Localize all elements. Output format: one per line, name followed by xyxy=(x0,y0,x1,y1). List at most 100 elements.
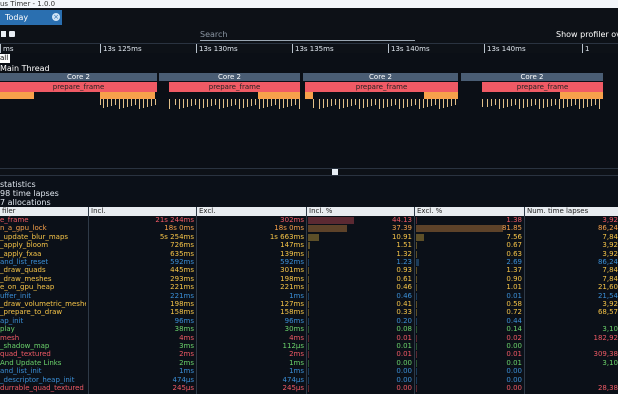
lock-icon[interactable] xyxy=(1,31,6,37)
zone-marker[interactable] xyxy=(455,99,456,105)
zone-marker[interactable] xyxy=(103,99,104,108)
zone-marker[interactable] xyxy=(283,99,284,108)
zone-marker[interactable] xyxy=(203,99,204,108)
frame-block[interactable]: prepare_frame xyxy=(305,82,458,92)
show-overhead-toggle[interactable]: Show profiler overhe xyxy=(556,30,618,39)
zone-marker[interactable] xyxy=(199,99,200,109)
zone-marker[interactable] xyxy=(147,99,148,107)
zone-marker[interactable] xyxy=(131,99,132,106)
zone-marker[interactable] xyxy=(595,99,596,105)
zone-marker[interactable] xyxy=(123,99,124,108)
zone-marker[interactable] xyxy=(100,99,101,105)
zone-marker[interactable] xyxy=(575,99,576,105)
zone-marker[interactable] xyxy=(211,99,212,106)
zone-marker[interactable] xyxy=(543,99,544,108)
zone-marker[interactable] xyxy=(169,99,170,109)
zone-marker[interactable] xyxy=(299,99,300,109)
zone-marker[interactable] xyxy=(139,99,140,109)
zone-marker[interactable] xyxy=(119,99,120,109)
zone-marker[interactable] xyxy=(227,99,228,107)
zone-marker[interactable] xyxy=(243,99,244,108)
all-threads-toggle[interactable]: all xyxy=(0,54,10,63)
zone-marker[interactable] xyxy=(127,99,128,107)
zone-marker[interactable] xyxy=(359,99,360,109)
zone-marker[interactable] xyxy=(495,99,496,105)
tab-session[interactable]: Today 15:25:06 × xyxy=(0,10,62,37)
zone-marker[interactable] xyxy=(375,99,376,105)
zone-marker[interactable] xyxy=(395,99,396,105)
table-row[interactable]: durrable_quad_textured 245µs 245µs 0.00 0.00… xyxy=(0,384,618,393)
col-header-num-lapses[interactable]: Num. time lapses xyxy=(524,207,588,216)
zone-marker[interactable] xyxy=(179,99,180,109)
col-header-excl-pct[interactable]: Excl. % xyxy=(414,207,442,216)
zone-marker[interactable] xyxy=(379,99,380,109)
zone-marker[interactable] xyxy=(539,99,540,109)
zone-marker[interactable] xyxy=(579,99,580,109)
zone-marker[interactable] xyxy=(339,99,340,109)
zone-marker[interactable] xyxy=(247,99,248,107)
zone-marker[interactable] xyxy=(399,99,400,109)
zone-marker[interactable] xyxy=(143,99,144,108)
zone-marker[interactable] xyxy=(183,99,184,108)
zone-marker[interactable] xyxy=(511,99,512,106)
zone-marker[interactable] xyxy=(411,99,412,106)
zone-marker[interactable] xyxy=(523,99,524,108)
zone-marker[interactable] xyxy=(347,99,348,107)
thread-track[interactable]: all Main Thread Core 2 Core 2 Core 2 Cor… xyxy=(0,53,618,173)
zone-marker[interactable] xyxy=(443,99,444,108)
zone-marker[interactable] xyxy=(563,99,564,108)
splitter[interactable] xyxy=(0,168,618,176)
zone-marker[interactable] xyxy=(571,99,572,106)
zone-marker[interactable] xyxy=(587,99,588,107)
zone-marker[interactable] xyxy=(215,99,216,105)
zone-marker[interactable] xyxy=(527,99,528,107)
col-header-incl[interactable]: Incl. xyxy=(88,207,106,216)
zone-marker[interactable] xyxy=(591,99,592,106)
zone-marker[interactable] xyxy=(135,99,136,105)
frame-block[interactable]: prepare_frame xyxy=(0,82,157,92)
zone-marker[interactable] xyxy=(415,99,416,105)
zone-marker[interactable] xyxy=(319,99,320,109)
zone-marker[interactable] xyxy=(115,99,116,105)
splitter-handle[interactable] xyxy=(332,169,338,175)
zone-marker[interactable] xyxy=(515,99,516,105)
zone-marker[interactable] xyxy=(403,99,404,108)
zone-marker[interactable] xyxy=(427,99,428,107)
zone-marker[interactable] xyxy=(175,99,176,105)
zone-marker[interactable] xyxy=(235,99,236,105)
zone-marker[interactable] xyxy=(291,99,292,106)
zone-marker[interactable] xyxy=(551,99,552,106)
zone-marker[interactable] xyxy=(251,99,252,106)
zone-marker[interactable] xyxy=(255,99,256,105)
zone-marker[interactable] xyxy=(451,99,452,106)
search-input[interactable]: Search xyxy=(200,30,415,41)
gpu-lock-block[interactable] xyxy=(258,92,300,99)
zone-marker[interactable] xyxy=(507,99,508,107)
zone-marker[interactable] xyxy=(191,99,192,106)
zone-marker[interactable] xyxy=(407,99,408,107)
gpu-lock-block[interactable] xyxy=(560,92,603,99)
zone-marker[interactable] xyxy=(323,99,324,108)
zone-marker[interactable] xyxy=(447,99,448,107)
zone-marker[interactable] xyxy=(391,99,392,106)
gpu-lock-block[interactable] xyxy=(305,92,313,99)
zone-marker[interactable] xyxy=(363,99,364,108)
gpu-lock-block[interactable] xyxy=(100,92,155,99)
zone-marker[interactable] xyxy=(503,99,504,108)
col-header-profiler[interactable]: filer xyxy=(0,207,16,216)
save-icon[interactable] xyxy=(9,31,15,37)
zone-marker[interactable] xyxy=(531,99,532,106)
zone-marker[interactable] xyxy=(439,99,440,109)
core-block[interactable]: Core 2 xyxy=(159,73,300,81)
zone-marker[interactable] xyxy=(151,99,152,106)
zone-marker[interactable] xyxy=(313,99,314,108)
zone-marker[interactable] xyxy=(519,99,520,109)
zone-marker[interactable] xyxy=(239,99,240,109)
zone-marker[interactable] xyxy=(351,99,352,106)
zone-marker[interactable] xyxy=(219,99,220,109)
zone-marker[interactable] xyxy=(431,99,432,106)
zone-marker[interactable] xyxy=(187,99,188,107)
zone-marker[interactable] xyxy=(355,99,356,105)
frame-block[interactable]: prepare_frame xyxy=(169,82,300,92)
zone-marker[interactable] xyxy=(279,99,280,109)
